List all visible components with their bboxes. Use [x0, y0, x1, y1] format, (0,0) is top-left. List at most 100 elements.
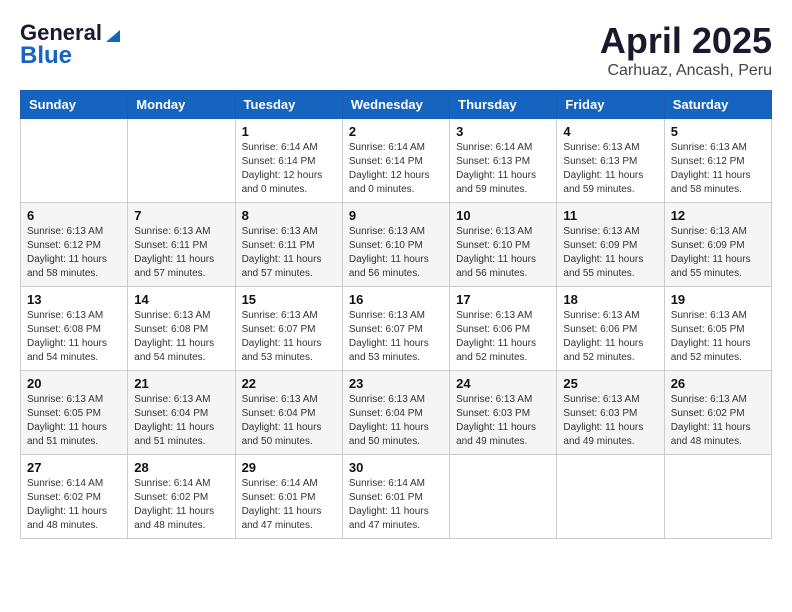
calendar-cell: 23 Sunrise: 6:13 AM Sunset: 6:04 PM Dayli…: [342, 371, 449, 455]
day-info: Sunrise: 6:14 AM Sunset: 6:01 PM Dayligh…: [242, 477, 336, 533]
calendar-header-thursday: Thursday: [450, 91, 557, 119]
day-number: 28: [134, 460, 228, 475]
day-number: 21: [134, 376, 228, 391]
day-info: Sunrise: 6:13 AM Sunset: 6:03 PM Dayligh…: [563, 393, 657, 449]
day-info: Sunrise: 6:14 AM Sunset: 6:01 PM Dayligh…: [349, 477, 443, 533]
calendar-cell: 29 Sunrise: 6:14 AM Sunset: 6:01 PM Dayli…: [235, 455, 342, 539]
day-number: 16: [349, 292, 443, 307]
calendar-header-monday: Monday: [128, 91, 235, 119]
day-info: Sunrise: 6:13 AM Sunset: 6:09 PM Dayligh…: [671, 225, 765, 281]
calendar-header-sunday: Sunday: [21, 91, 128, 119]
calendar-week-row: 6 Sunrise: 6:13 AM Sunset: 6:12 PM Daylig…: [21, 203, 772, 287]
day-number: 7: [134, 208, 228, 223]
calendar-cell: 1 Sunrise: 6:14 AM Sunset: 6:14 PM Daylig…: [235, 119, 342, 203]
day-number: 9: [349, 208, 443, 223]
calendar-table: SundayMondayTuesdayWednesdayThursdayFrid…: [20, 90, 772, 539]
day-info: Sunrise: 6:13 AM Sunset: 6:08 PM Dayligh…: [27, 309, 121, 365]
calendar-cell: 16 Sunrise: 6:13 AM Sunset: 6:07 PM Dayli…: [342, 287, 449, 371]
calendar-cell: 28 Sunrise: 6:14 AM Sunset: 6:02 PM Dayli…: [128, 455, 235, 539]
day-number: 19: [671, 292, 765, 307]
day-number: 24: [456, 376, 550, 391]
day-number: 12: [671, 208, 765, 223]
header: General Blue April 2025 Carhuaz, Ancash,…: [20, 20, 772, 80]
day-number: 3: [456, 124, 550, 139]
day-info: Sunrise: 6:13 AM Sunset: 6:04 PM Dayligh…: [242, 393, 336, 449]
day-info: Sunrise: 6:13 AM Sunset: 6:10 PM Dayligh…: [456, 225, 550, 281]
calendar-cell: 4Sunrise: 6:13 AM Sunset: 6:13 PM Daylig…: [557, 119, 664, 203]
logo: General Blue: [20, 20, 122, 70]
calendar-cell: 5 Sunrise: 6:13 AM Sunset: 6:12 PM Daylig…: [664, 119, 771, 203]
day-number: 5: [671, 124, 765, 139]
calendar-cell: 10 Sunrise: 6:13 AM Sunset: 6:10 PM Dayli…: [450, 203, 557, 287]
day-info: Sunrise: 6:13 AM Sunset: 6:12 PM Dayligh…: [671, 141, 765, 197]
calendar-week-row: 1 Sunrise: 6:14 AM Sunset: 6:14 PM Daylig…: [21, 119, 772, 203]
day-info: Sunrise: 6:13 AM Sunset: 6:05 PM Dayligh…: [27, 393, 121, 449]
day-info: Sunrise: 6:14 AM Sunset: 6:14 PM Dayligh…: [242, 141, 336, 197]
day-info: Sunrise: 6:13 AM Sunset: 6:04 PM Dayligh…: [349, 393, 443, 449]
day-number: 2: [349, 124, 443, 139]
calendar-subtitle: Carhuaz, Ancash, Peru: [600, 62, 772, 80]
calendar-title: April 2025: [600, 20, 772, 62]
calendar-cell: 21 Sunrise: 6:13 AM Sunset: 6:04 PM Dayli…: [128, 371, 235, 455]
day-number: 23: [349, 376, 443, 391]
day-info: Sunrise: 6:13 AM Sunset: 6:10 PM Dayligh…: [349, 225, 443, 281]
day-info: Sunrise: 6:13 AM Sunset: 6:07 PM Dayligh…: [349, 309, 443, 365]
calendar-cell: 24 Sunrise: 6:13 AM Sunset: 6:03 PM Dayli…: [450, 371, 557, 455]
calendar-cell: 15 Sunrise: 6:13 AM Sunset: 6:07 PM Dayli…: [235, 287, 342, 371]
calendar-week-row: 20 Sunrise: 6:13 AM Sunset: 6:05 PM Dayli…: [21, 371, 772, 455]
calendar-header-saturday: Saturday: [664, 91, 771, 119]
day-info: Sunrise: 6:13 AM Sunset: 6:11 PM Dayligh…: [242, 225, 336, 281]
calendar-cell: 22Sunrise: 6:13 AM Sunset: 6:04 PM Dayli…: [235, 371, 342, 455]
day-info: Sunrise: 6:14 AM Sunset: 6:13 PM Dayligh…: [456, 141, 550, 197]
calendar-cell: 30 Sunrise: 6:14 AM Sunset: 6:01 PM Dayli…: [342, 455, 449, 539]
calendar-cell: 27Sunrise: 6:14 AM Sunset: 6:02 PM Dayli…: [21, 455, 128, 539]
calendar-header-wednesday: Wednesday: [342, 91, 449, 119]
calendar-cell: 19Sunrise: 6:13 AM Sunset: 6:05 PM Dayli…: [664, 287, 771, 371]
calendar-cell: 18 Sunrise: 6:13 AM Sunset: 6:06 PM Dayli…: [557, 287, 664, 371]
day-number: 10: [456, 208, 550, 223]
day-info: Sunrise: 6:14 AM Sunset: 6:02 PM Dayligh…: [27, 477, 121, 533]
calendar-week-row: 13 Sunrise: 6:13 AM Sunset: 6:08 PM Dayli…: [21, 287, 772, 371]
calendar-cell: [21, 119, 128, 203]
calendar-cell: 14Sunrise: 6:13 AM Sunset: 6:08 PM Dayli…: [128, 287, 235, 371]
calendar-cell: 12 Sunrise: 6:13 AM Sunset: 6:09 PM Dayli…: [664, 203, 771, 287]
day-info: Sunrise: 6:13 AM Sunset: 6:11 PM Dayligh…: [134, 225, 228, 281]
day-info: Sunrise: 6:13 AM Sunset: 6:06 PM Dayligh…: [563, 309, 657, 365]
day-number: 1: [242, 124, 336, 139]
calendar-week-row: 27Sunrise: 6:14 AM Sunset: 6:02 PM Dayli…: [21, 455, 772, 539]
day-number: 15: [242, 292, 336, 307]
day-info: Sunrise: 6:14 AM Sunset: 6:14 PM Dayligh…: [349, 141, 443, 197]
day-number: 6: [27, 208, 121, 223]
day-info: Sunrise: 6:14 AM Sunset: 6:02 PM Dayligh…: [134, 477, 228, 533]
calendar-cell: 26Sunrise: 6:13 AM Sunset: 6:02 PM Dayli…: [664, 371, 771, 455]
calendar-cell: 2 Sunrise: 6:14 AM Sunset: 6:14 PM Daylig…: [342, 119, 449, 203]
day-number: 20: [27, 376, 121, 391]
calendar-header-tuesday: Tuesday: [235, 91, 342, 119]
day-number: 11: [563, 208, 657, 223]
day-number: 8: [242, 208, 336, 223]
day-number: 18: [563, 292, 657, 307]
day-info: Sunrise: 6:13 AM Sunset: 6:08 PM Dayligh…: [134, 309, 228, 365]
day-number: 25: [563, 376, 657, 391]
day-number: 29: [242, 460, 336, 475]
calendar-cell: 13 Sunrise: 6:13 AM Sunset: 6:08 PM Dayli…: [21, 287, 128, 371]
day-info: Sunrise: 6:13 AM Sunset: 6:13 PM Dayligh…: [563, 141, 657, 197]
calendar-cell: 17Sunrise: 6:13 AM Sunset: 6:06 PM Dayli…: [450, 287, 557, 371]
day-info: Sunrise: 6:13 AM Sunset: 6:03 PM Dayligh…: [456, 393, 550, 449]
calendar-cell: 8 Sunrise: 6:13 AM Sunset: 6:11 PM Daylig…: [235, 203, 342, 287]
calendar-cell: 11 Sunrise: 6:13 AM Sunset: 6:09 PM Dayli…: [557, 203, 664, 287]
calendar-cell: [557, 455, 664, 539]
calendar-cell: 7 Sunrise: 6:13 AM Sunset: 6:11 PM Daylig…: [128, 203, 235, 287]
calendar-cell: 3 Sunrise: 6:14 AM Sunset: 6:13 PM Daylig…: [450, 119, 557, 203]
calendar-cell: 6 Sunrise: 6:13 AM Sunset: 6:12 PM Daylig…: [21, 203, 128, 287]
calendar-cell: 20 Sunrise: 6:13 AM Sunset: 6:05 PM Dayli…: [21, 371, 128, 455]
day-info: Sunrise: 6:13 AM Sunset: 6:04 PM Dayligh…: [134, 393, 228, 449]
day-number: 30: [349, 460, 443, 475]
calendar-cell: 9 Sunrise: 6:13 AM Sunset: 6:10 PM Daylig…: [342, 203, 449, 287]
calendar-header-friday: Friday: [557, 91, 664, 119]
day-info: Sunrise: 6:13 AM Sunset: 6:09 PM Dayligh…: [563, 225, 657, 281]
day-info: Sunrise: 6:13 AM Sunset: 6:12 PM Dayligh…: [27, 225, 121, 281]
calendar-header-row: SundayMondayTuesdayWednesdayThursdayFrid…: [21, 91, 772, 119]
day-info: Sunrise: 6:13 AM Sunset: 6:07 PM Dayligh…: [242, 309, 336, 365]
day-number: 13: [27, 292, 121, 307]
